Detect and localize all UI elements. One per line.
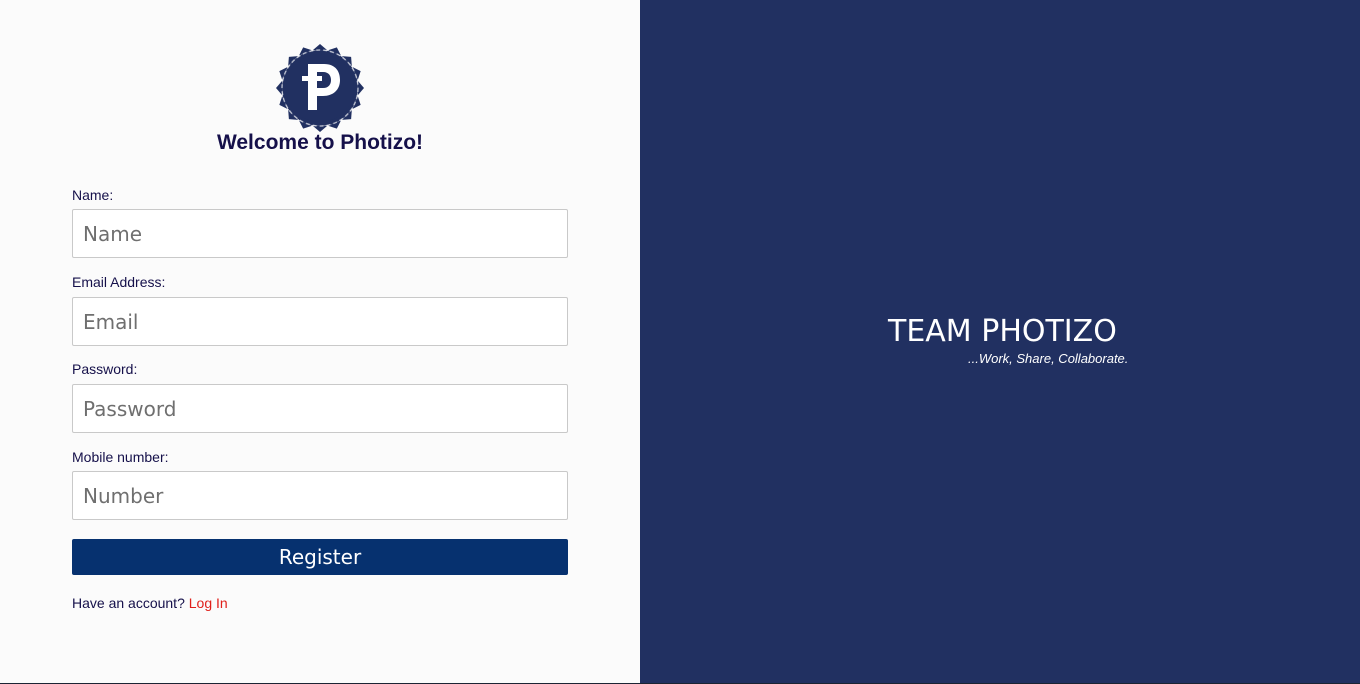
register-button[interactable]: Register: [72, 539, 568, 575]
team-title: TEAM PHOTIZO: [888, 314, 1117, 349]
mobile-number-input[interactable]: [72, 471, 568, 520]
welcome-heading: Welcome to Photizo!: [216, 131, 424, 154]
mobile-label: Mobile number:: [72, 449, 169, 465]
email-label: Email Address:: [72, 274, 166, 290]
password-input[interactable]: [72, 384, 568, 433]
password-label: Password:: [72, 361, 138, 377]
account-prompt-text: Have an account?: [72, 595, 185, 611]
name-label: Name:: [72, 187, 114, 203]
photizo-logo-icon: [272, 42, 368, 134]
name-input[interactable]: [72, 209, 568, 258]
login-prompt: Have an account? Log In: [72, 595, 228, 611]
login-link[interactable]: Log In: [189, 595, 228, 611]
register-panel: Welcome to Photizo! Name: Email Address:…: [0, 0, 640, 684]
tagline: ...Work, Share, Collaborate.: [968, 351, 1129, 366]
email-input[interactable]: [72, 297, 568, 346]
